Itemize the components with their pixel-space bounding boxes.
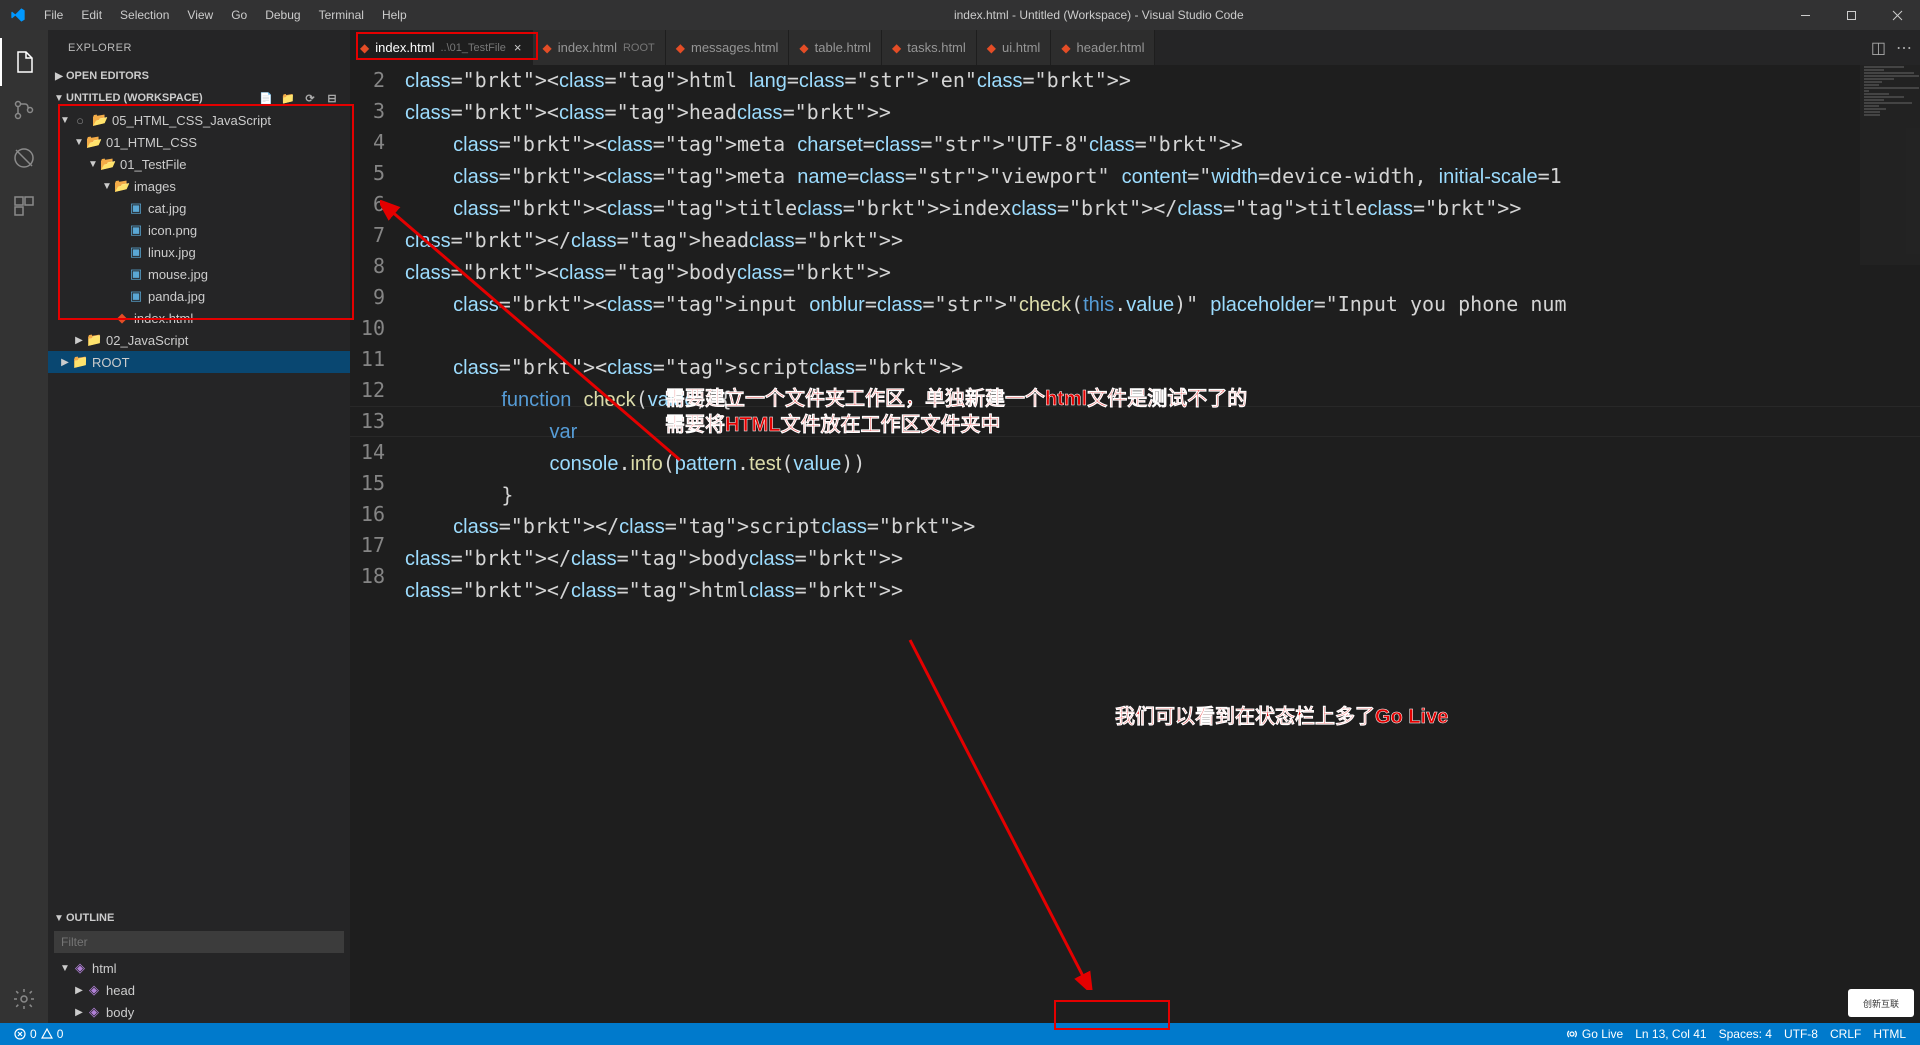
editor-tab[interactable]: ◆tasks.html xyxy=(882,30,977,65)
status-go-live[interactable]: Go Live xyxy=(1560,1027,1629,1041)
tree-item[interactable]: ▣panda.jpg xyxy=(48,285,350,307)
line-gutter: 2 3 4 5 6 7 8 9 10 11 12 13 14 15 16 17 … xyxy=(350,65,405,592)
tree-item[interactable]: ▼○📂05_HTML_CSS_JavaScript xyxy=(48,109,350,131)
sidebar-title: EXPLORER xyxy=(48,30,350,65)
menu-go[interactable]: Go xyxy=(222,0,256,30)
status-spaces[interactable]: Spaces: 4 xyxy=(1713,1027,1778,1041)
status-eol[interactable]: CRLF xyxy=(1824,1027,1867,1041)
tree-item[interactable]: ▣linux.jpg xyxy=(48,241,350,263)
title-bar: FileEditSelectionViewGoDebugTerminalHelp… xyxy=(0,0,1920,30)
tree-item[interactable]: ▶◈body xyxy=(48,1001,350,1023)
menu-selection[interactable]: Selection xyxy=(111,0,178,30)
menu-edit[interactable]: Edit xyxy=(72,0,111,30)
tree-item[interactable]: ▼📂images xyxy=(48,175,350,197)
editor-tab[interactable]: ◆ui.html xyxy=(977,30,1052,65)
status-encoding[interactable]: UTF-8 xyxy=(1778,1027,1824,1041)
menu-view[interactable]: View xyxy=(178,0,222,30)
refresh-icon[interactable]: ⟳ xyxy=(302,90,318,106)
tree-item[interactable]: ▼◈html xyxy=(48,957,350,979)
split-editor-icon[interactable]: ◫ xyxy=(1871,38,1886,58)
close-button[interactable] xyxy=(1874,0,1920,30)
vscode-logo-icon xyxy=(0,7,35,23)
chevron-down-icon: ▼ xyxy=(52,913,66,924)
new-folder-icon[interactable]: 📁 xyxy=(280,90,296,106)
menu-bar: FileEditSelectionViewGoDebugTerminalHelp xyxy=(35,0,416,30)
outline-filter-input[interactable] xyxy=(54,931,344,953)
outline-section[interactable]: ▼ OUTLINE xyxy=(48,907,350,929)
editor-tab[interactable]: ◆index.html..\01_TestFile× xyxy=(350,30,533,65)
minimap[interactable] xyxy=(1860,65,1920,265)
new-file-icon[interactable]: 📄 xyxy=(258,90,274,106)
maximize-button[interactable] xyxy=(1828,0,1874,30)
debug-icon[interactable] xyxy=(0,134,48,182)
tree-item[interactable]: ▣cat.jpg xyxy=(48,197,350,219)
workspace-section[interactable]: ▼ UNTITLED (WORKSPACE) 📄 📁 ⟳ ⊟ xyxy=(48,87,350,109)
status-language[interactable]: HTML xyxy=(1867,1027,1912,1041)
collapse-icon[interactable]: ⊟ xyxy=(324,90,340,106)
close-icon[interactable]: × xyxy=(514,40,522,55)
status-line-col[interactable]: Ln 13, Col 41 xyxy=(1629,1027,1712,1041)
tree-item[interactable]: ▼📂01_HTML_CSS xyxy=(48,131,350,153)
status-bar: 0 0 Go Live Ln 13, Col 41 Spaces: 4 UTF-… xyxy=(0,1023,1920,1045)
chevron-right-icon: ▶ xyxy=(52,71,66,82)
tree-item[interactable]: ▶📁ROOT xyxy=(48,351,350,373)
minimize-button[interactable] xyxy=(1782,0,1828,30)
open-editors-section[interactable]: ▶ OPEN EDITORS xyxy=(48,65,350,87)
file-tree: ▼○📂05_HTML_CSS_JavaScript▼📂01_HTML_CSS▼📂… xyxy=(48,109,350,907)
watermark: 创新互联 xyxy=(1848,989,1914,1017)
editor-area: ◆index.html..\01_TestFile×◆index.htmlROO… xyxy=(350,30,1920,1023)
editor-tabs: ◆index.html..\01_TestFile×◆index.htmlROO… xyxy=(350,30,1920,65)
menu-file[interactable]: File xyxy=(35,0,72,30)
tree-item[interactable]: ◆index.html xyxy=(48,307,350,329)
chevron-down-icon: ▼ xyxy=(52,93,66,104)
editor-tab[interactable]: ◆index.htmlROOT xyxy=(533,30,666,65)
editor-tab[interactable]: ◆messages.html xyxy=(666,30,790,65)
settings-icon[interactable] xyxy=(0,975,48,1023)
editor-tab[interactable]: ◆table.html xyxy=(789,30,882,65)
code-editor[interactable]: 2 3 4 5 6 7 8 9 10 11 12 13 14 15 16 17 … xyxy=(350,65,1920,1023)
tree-item[interactable]: ▣icon.png xyxy=(48,219,350,241)
window-title: index.html - Untitled (Workspace) - Visu… xyxy=(416,8,1782,22)
explorer-icon[interactable] xyxy=(0,38,48,86)
menu-help[interactable]: Help xyxy=(373,0,416,30)
tree-item[interactable]: ▶📁02_JavaScript xyxy=(48,329,350,351)
outline-tree: ▼◈html▶◈head▶◈body xyxy=(48,957,350,1023)
status-errors[interactable]: 0 0 xyxy=(8,1027,69,1041)
menu-terminal[interactable]: Terminal xyxy=(310,0,373,30)
source-control-icon[interactable] xyxy=(0,86,48,134)
tree-item[interactable]: ▶◈head xyxy=(48,979,350,1001)
explorer-sidebar: EXPLORER ▶ OPEN EDITORS ▼ UNTITLED (WORK… xyxy=(48,30,350,1023)
tree-item[interactable]: ▣mouse.jpg xyxy=(48,263,350,285)
tree-item[interactable]: ▼📂01_TestFile xyxy=(48,153,350,175)
editor-tab[interactable]: ◆header.html xyxy=(1051,30,1155,65)
window-controls xyxy=(1782,0,1920,30)
more-icon[interactable]: ⋯ xyxy=(1896,38,1912,58)
activity-bar xyxy=(0,30,48,1023)
menu-debug[interactable]: Debug xyxy=(256,0,309,30)
extensions-icon[interactable] xyxy=(0,182,48,230)
